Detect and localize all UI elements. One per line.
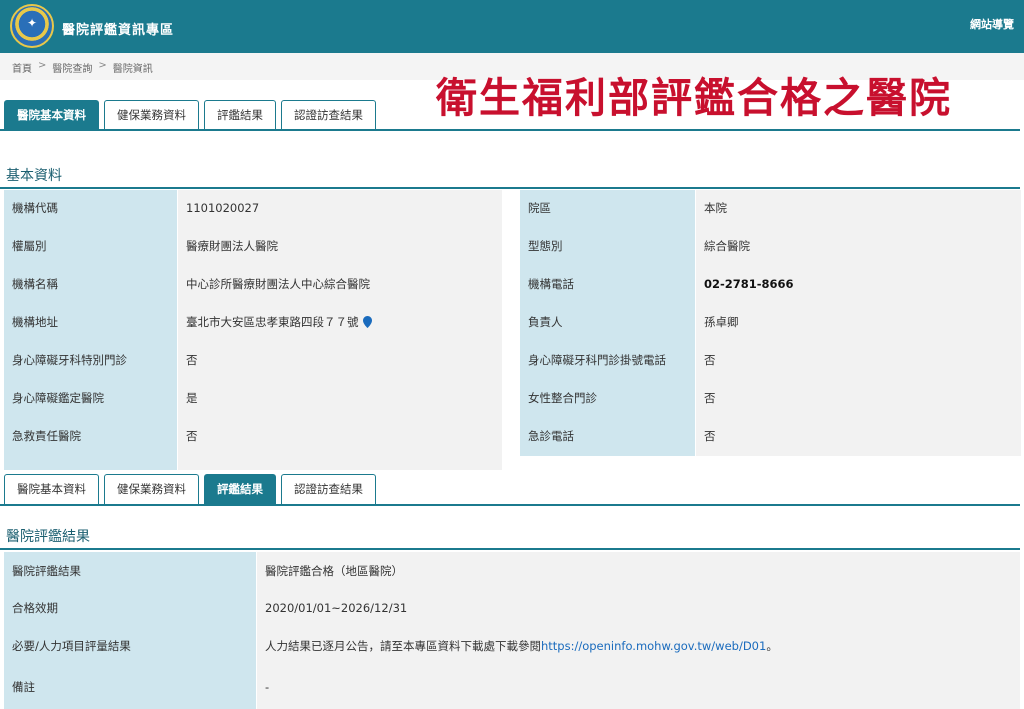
info-row: 急診電話 否 — [520, 418, 1021, 456]
openinfo-link[interactable]: https://openinfo.mohw.gov.tw/web/D01 — [541, 639, 766, 653]
field-value: 孫卓卿 — [696, 304, 1021, 342]
breadcrumb-separator: > — [98, 60, 107, 71]
field-label: 機構代碼 — [4, 190, 178, 228]
breadcrumb-separator: > — [38, 60, 47, 71]
info-row: 機構名稱 中心診所醫療財團法人中心綜合醫院 — [4, 266, 502, 304]
field-label-partial — [4, 456, 178, 470]
field-value: 2020/01/01~2026/12/31 — [257, 589, 1020, 626]
field-value: 否 — [696, 418, 1021, 456]
tab-bar-bottom: 醫院基本資料 健保業務資料 評鑑結果 認證訪查結果 — [4, 474, 376, 504]
breadcrumb: 首頁 > 醫院查詢 > 醫院資訊 — [12, 60, 153, 75]
field-label: 型態別 — [520, 228, 696, 266]
field-value-partial — [178, 456, 502, 470]
field-value: 人力結果已逐月公告，請至本專區資料下載處下載參閱 https://openinfo… — [257, 626, 1020, 665]
info-row-partial — [4, 456, 502, 470]
address-text: 臺北市大安區忠孝東路四段７７號 — [186, 315, 359, 329]
tab-basic-info[interactable]: 醫院基本資料 — [4, 100, 99, 130]
tab-evaluation[interactable]: 評鑑結果 — [204, 100, 276, 130]
info-row: 女性整合門診 否 — [520, 380, 1021, 418]
table-row: 醫院評鑑結果 醫院評鑑合格（地區醫院） — [4, 552, 1020, 589]
overlay-caption: 衛生福利部評鑑合格之醫院 — [436, 74, 952, 122]
field-label: 身心障礙鑑定醫院 — [4, 380, 178, 418]
field-label: 機構電話 — [520, 266, 696, 304]
field-label: 急救責任醫院 — [4, 418, 178, 456]
field-value: 是 — [178, 380, 502, 418]
field-value: 醫院評鑑合格（地區醫院） — [257, 552, 1020, 589]
info-row: 急救責任醫院 否 — [4, 418, 502, 456]
sitemap-link[interactable]: 網站導覽 — [970, 16, 1014, 32]
info-row: 權屬別 醫療財團法人醫院 — [4, 228, 502, 266]
field-label: 備註 — [4, 665, 257, 709]
info-row: 身心障礙牙科門診掛號電話 否 — [520, 342, 1021, 380]
section-divider — [0, 187, 1020, 189]
field-value: 本院 — [696, 190, 1021, 228]
field-label: 院區 — [520, 190, 696, 228]
tab-certification[interactable]: 認證訪查結果 — [281, 100, 376, 130]
field-value: 否 — [696, 342, 1021, 380]
field-value: 中心診所醫療財團法人中心綜合醫院 — [178, 266, 502, 304]
tab-insurance[interactable]: 健保業務資料 — [104, 100, 199, 130]
tab-evaluation[interactable]: 評鑑結果 — [204, 474, 276, 504]
info-row: 機構電話 02-2781-8666 — [520, 266, 1021, 304]
field-value: 否 — [178, 418, 502, 456]
table-row: 必要/人力項目評量結果 人力結果已逐月公告，請至本專區資料下載處下載參閱 http… — [4, 626, 1020, 665]
field-value: - — [257, 665, 1020, 709]
field-label: 合格效期 — [4, 589, 257, 626]
breadcrumb-home[interactable]: 首頁 — [12, 60, 32, 75]
tab-underline — [0, 129, 1020, 131]
tab-underline — [0, 504, 1020, 506]
map-pin-icon[interactable] — [362, 316, 372, 328]
staffing-note: 人力結果已逐月公告，請至本專區資料下載處下載參閱 — [265, 638, 541, 653]
field-value: 否 — [696, 380, 1021, 418]
field-label: 機構名稱 — [4, 266, 178, 304]
table-row: 合格效期 2020/01/01~2026/12/31 — [4, 589, 1020, 626]
field-value: 1101020027 — [178, 190, 502, 228]
field-label: 必要/人力項目評量結果 — [4, 626, 257, 665]
header-bar: ✦ 醫院評鑑資訊專區 網站導覽 — [0, 0, 1024, 53]
tab-bar-top: 醫院基本資料 健保業務資料 評鑑結果 認證訪查結果 — [4, 100, 376, 130]
field-value: 醫療財團法人醫院 — [178, 228, 502, 266]
section-divider — [0, 548, 1020, 550]
field-label: 權屬別 — [4, 228, 178, 266]
field-value: 否 — [178, 342, 502, 380]
info-row: 型態別 綜合醫院 — [520, 228, 1021, 266]
breadcrumb-hospital-info: 醫院資訊 — [112, 64, 153, 75]
phone-value: 02-2781-8666 — [696, 266, 1021, 304]
field-label: 女性整合門診 — [520, 380, 696, 418]
tab-certification[interactable]: 認證訪查結果 — [281, 474, 376, 504]
info-row: 機構代碼 1101020027 — [4, 190, 502, 228]
table-row: 備註 - — [4, 665, 1020, 709]
info-row: 院區 本院 — [520, 190, 1021, 228]
field-label: 急診電話 — [520, 418, 696, 456]
breadcrumb-hospital-search[interactable]: 醫院查詢 — [52, 60, 92, 75]
info-row: 機構地址 臺北市大安區忠孝東路四段７７號 — [4, 304, 502, 342]
field-label: 身心障礙牙科門診掛號電話 — [520, 342, 696, 380]
ministry-logo-icon[interactable]: ✦ — [10, 4, 54, 48]
site-title[interactable]: 醫院評鑑資訊專區 — [62, 19, 174, 38]
section-title-evaluation: 醫院評鑑結果 — [6, 529, 90, 545]
address-value: 臺北市大安區忠孝東路四段７７號 — [178, 304, 502, 342]
sentence-end: 。 — [766, 638, 778, 653]
field-value: 綜合醫院 — [696, 228, 1021, 266]
field-label: 身心障礙牙科特別門診 — [4, 342, 178, 380]
info-row: 身心障礙牙科特別門診 否 — [4, 342, 502, 380]
tab-basic-info[interactable]: 醫院基本資料 — [4, 474, 99, 504]
tab-insurance[interactable]: 健保業務資料 — [104, 474, 199, 504]
field-label: 負責人 — [520, 304, 696, 342]
section-title-basic: 基本資料 — [6, 168, 62, 184]
field-label: 醫院評鑑結果 — [4, 552, 257, 589]
info-row: 身心障礙鑑定醫院 是 — [4, 380, 502, 418]
field-label: 機構地址 — [4, 304, 178, 342]
info-row: 負責人 孫卓卿 — [520, 304, 1021, 342]
